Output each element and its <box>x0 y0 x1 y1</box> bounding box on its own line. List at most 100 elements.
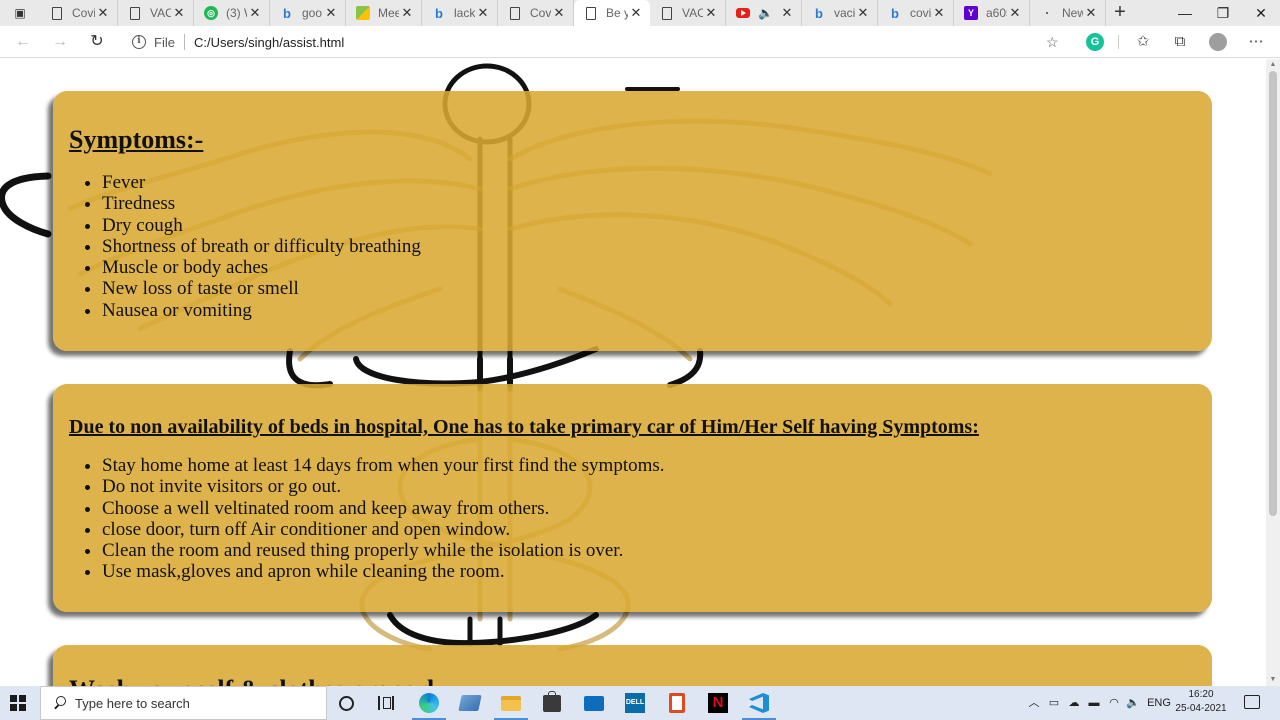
tab-actions-icon[interactable]: ▣ <box>12 6 28 20</box>
tab-close-icon[interactable]: ✕ <box>1007 5 1023 21</box>
tab-title: VACC <box>150 6 171 20</box>
browser-tab[interactable]: 🔈 ✕ <box>726 0 802 26</box>
new-tab-button[interactable]: + <box>1110 2 1130 23</box>
close-window-button[interactable]: ✕ <box>1242 0 1280 26</box>
tab-close-icon[interactable]: ✕ <box>931 5 947 21</box>
browser-tab[interactable]: b lack ✕ <box>422 0 498 26</box>
tab-close-icon[interactable]: ✕ <box>779 5 795 21</box>
forward-button[interactable]: → <box>48 30 72 54</box>
doc-icon <box>128 6 142 20</box>
bing-icon: b <box>283 5 291 21</box>
language-indicator[interactable]: ENG <box>1146 686 1172 720</box>
tab-close-icon[interactable]: ✕ <box>1083 5 1099 21</box>
mail-icon[interactable] <box>583 692 605 714</box>
browser-tab[interactable]: Covi✕ <box>40 0 118 26</box>
tab-title: covic <box>910 6 931 20</box>
pinned-app-icon[interactable] <box>458 692 482 714</box>
address-bar[interactable]: i File C:/Users/singh/assist.html <box>118 28 1078 56</box>
browser-toolbar: ← → ↻ i File C:/Users/singh/assist.html … <box>0 26 1280 58</box>
grammarly-icon[interactable]: G <box>1086 33 1104 51</box>
list-item: Use mask,gloves and apron while cleaning… <box>102 561 1196 582</box>
tab-close-icon[interactable]: ✕ <box>171 5 187 21</box>
whatsapp-icon: ◎ <box>204 6 218 20</box>
browser-tab[interactable]: Covi✕ <box>498 0 574 26</box>
scroll-down-icon[interactable]: ▼ <box>1269 676 1277 684</box>
maximize-button[interactable]: ❐ <box>1204 0 1242 26</box>
tab-title: a605 <box>986 6 1007 20</box>
browser-tab[interactable]: ◎ (3) W✕ <box>194 0 270 26</box>
maps-icon <box>356 6 370 20</box>
meet-now-icon[interactable]: ▭ <box>1046 686 1062 720</box>
profile-avatar[interactable] <box>1209 33 1227 51</box>
browser-tab[interactable]: Be y ✕ <box>574 0 650 26</box>
scroll-up-icon[interactable]: ▲ <box>1269 61 1277 69</box>
minimize-button[interactable]: — <box>1166 0 1204 26</box>
browser-tab[interactable]: VACC✕ <box>650 0 726 26</box>
clock-date: 25-04-2021 <box>1175 703 1227 714</box>
doc-icon <box>50 6 64 20</box>
tab-close-icon[interactable]: ✕ <box>247 5 263 21</box>
task-view-icon[interactable] <box>375 692 397 714</box>
file-explorer-icon[interactable] <box>494 692 528 720</box>
tab-close-icon[interactable]: ✕ <box>628 5 644 21</box>
info-icon[interactable]: i <box>132 35 146 49</box>
newtab-icon <box>1040 6 1054 20</box>
tray-overflow-icon[interactable]: ︿ <box>1026 686 1042 720</box>
notifications-icon[interactable] <box>1244 695 1260 709</box>
list-item: Tiredness <box>102 193 1196 214</box>
tab-title: lack <box>454 6 475 20</box>
browser-tab[interactable]: New ✕ <box>1030 0 1106 26</box>
system-clock[interactable]: 16:20 25-04-2021 <box>1172 688 1230 716</box>
taskbar-search-box[interactable]: Type here to search <box>40 686 327 720</box>
list-item: Stay home home at least 14 days from whe… <box>102 455 1196 476</box>
symptoms-list: Fever Tiredness Dry cough Shortness of b… <box>69 172 1196 321</box>
browser-tab[interactable]: Mee ✕ <box>346 0 422 26</box>
store-icon[interactable] <box>541 690 563 714</box>
browser-tab[interactable]: VACC✕ <box>118 0 194 26</box>
refresh-button[interactable]: ↻ <box>85 30 109 54</box>
tab-strip: ▣ Covi✕VACC✕◎(3) W✕bgoo✕Mee✕black✕Covi✕B… <box>0 0 1280 26</box>
netflix-icon[interactable]: N <box>707 692 729 714</box>
tab-close-icon[interactable]: ✕ <box>95 5 111 21</box>
url-text[interactable]: C:/Users/singh/assist.html <box>194 35 344 50</box>
scroll-thumb[interactable] <box>1269 71 1277 516</box>
page-scrollbar[interactable]: ▲ ▼ <box>1266 59 1280 686</box>
battery-icon[interactable]: ▬ <box>1086 686 1102 720</box>
tab-title: Covi <box>72 6 95 20</box>
tab-close-icon[interactable]: ✕ <box>399 5 415 21</box>
clock-time: 16:20 <box>1188 689 1214 700</box>
more-menu-icon[interactable]: ⋯ <box>1247 33 1265 51</box>
browser-tab[interactable]: bcovic✕ <box>878 0 954 26</box>
browser-tab[interactable]: bvacin✕ <box>802 0 878 26</box>
selfcare-heading: Due to non availability of beds in hospi… <box>69 416 979 438</box>
edge-app-icon[interactable] <box>412 692 446 720</box>
symptoms-heading: Symptoms:- <box>69 125 204 154</box>
collections-icon[interactable]: ⧉ <box>1171 33 1189 51</box>
onedrive-icon[interactable]: ☁ <box>1066 686 1082 720</box>
dell-icon[interactable]: DELL <box>624 692 646 714</box>
wifi-icon[interactable]: ◠ <box>1106 686 1122 720</box>
office-icon[interactable] <box>666 692 688 714</box>
tab-close-icon[interactable]: ✕ <box>855 5 871 21</box>
browser-tab[interactable]: Ya605✕ <box>954 0 1030 26</box>
list-item: Nausea or vomiting <box>102 300 1196 321</box>
doc-icon <box>508 6 522 20</box>
hygiene-heading: Wash your self & clothes properly <box>69 675 1196 686</box>
back-button[interactable]: ← <box>11 30 35 54</box>
start-button[interactable] <box>10 695 26 711</box>
list-item: Shortness of breath or difficulty breath… <box>102 236 1196 257</box>
favorites-icon[interactable]: ✩ <box>1134 33 1152 51</box>
tab-close-icon[interactable]: ✕ <box>323 5 339 21</box>
search-icon <box>53 696 67 710</box>
cortana-icon[interactable] <box>335 692 357 714</box>
add-favorite-icon[interactable]: ☆ <box>1046 34 1059 51</box>
volume-icon[interactable]: 🔈 <box>1125 686 1141 720</box>
tab-close-icon[interactable]: ✕ <box>703 5 719 21</box>
tab-close-icon[interactable]: ✕ <box>551 5 567 21</box>
browser-tab[interactable]: b goo ✕ <box>270 0 346 26</box>
tab-close-icon[interactable]: ✕ <box>475 5 491 21</box>
bing-icon: b <box>815 5 823 21</box>
tab-audio-icon[interactable]: 🔈 <box>758 6 773 20</box>
tab-title: Covi <box>530 6 551 20</box>
vscode-icon[interactable] <box>742 692 776 720</box>
